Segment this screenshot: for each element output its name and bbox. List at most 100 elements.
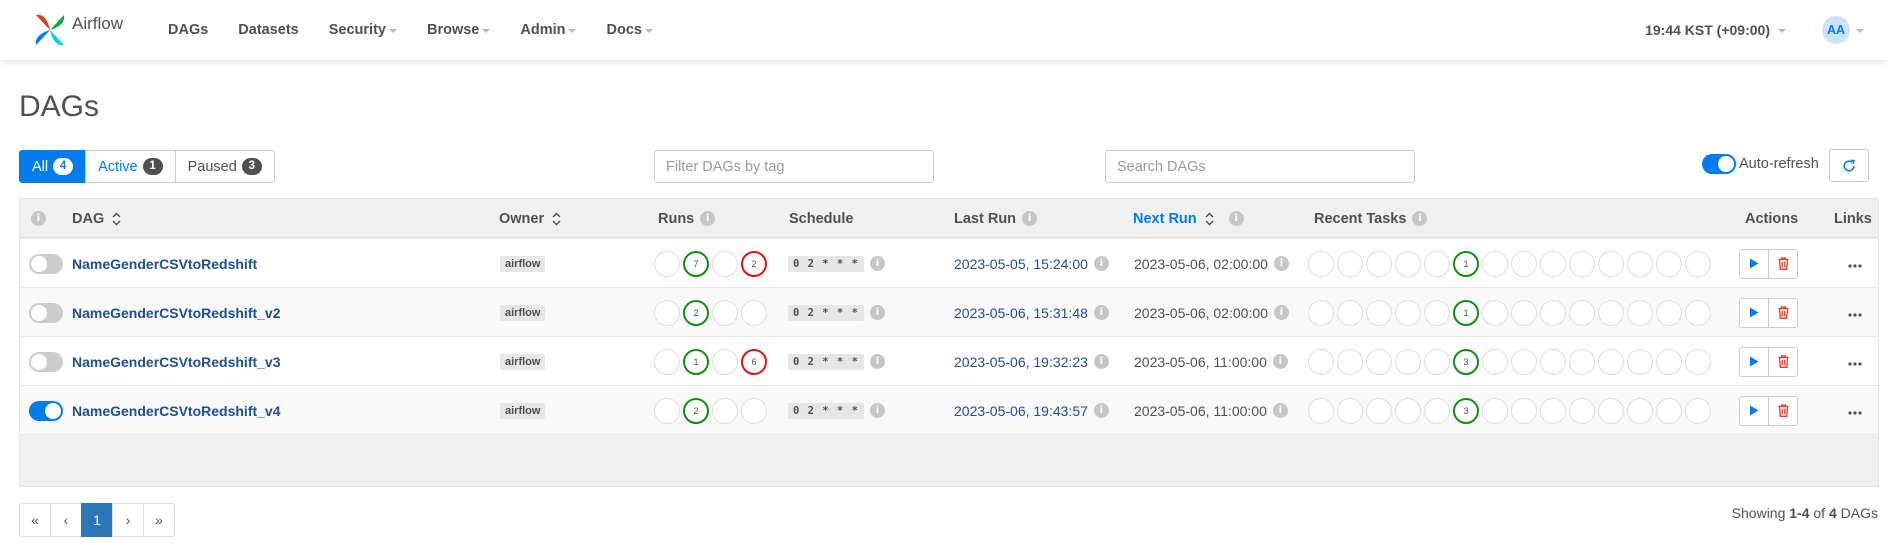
task-status-circle[interactable] [1308,348,1334,375]
task-status-circle[interactable]: 1 [1453,299,1479,326]
task-status-circle[interactable] [1540,348,1566,375]
task-status-circle[interactable] [1337,299,1363,326]
task-status-circle[interactable] [1685,397,1711,424]
run-status-circle[interactable] [654,299,680,326]
nav-dags[interactable]: DAGs [168,22,208,38]
nav-browse[interactable]: Browse [427,22,491,38]
dag-pause-toggle[interactable] [29,400,63,421]
info-icon[interactable]: i [1273,256,1289,271]
task-status-circle[interactable] [1424,348,1450,375]
more-links-icon[interactable] [1848,304,1862,322]
task-status-circle[interactable] [1656,299,1682,326]
auto-refresh-toggle[interactable] [1702,154,1736,174]
run-status-circle[interactable] [654,250,680,277]
dag-name-link[interactable]: NameGenderCSVtoRedshift_v4 [72,403,281,419]
task-status-circle[interactable] [1395,250,1421,277]
task-status-circle[interactable] [1366,397,1392,424]
nav-admin[interactable]: Admin [520,22,577,38]
task-status-circle[interactable] [1366,348,1392,375]
delete-dag-button[interactable] [1768,395,1798,426]
run-status-circle[interactable]: 1 [683,348,709,375]
info-icon[interactable]: i [1022,211,1038,226]
task-status-circle[interactable] [1627,299,1653,326]
dag-pause-toggle[interactable] [29,302,63,323]
brand[interactable]: Airflow [32,8,132,52]
task-status-circle[interactable] [1598,299,1624,326]
task-status-circle[interactable] [1337,250,1363,277]
info-icon[interactable]: i [1272,354,1288,369]
run-status-circle[interactable] [654,397,680,424]
trigger-dag-button[interactable] [1739,395,1769,426]
more-links-icon[interactable] [1848,353,1862,371]
task-status-circle[interactable] [1627,397,1653,424]
task-status-circle[interactable] [1482,348,1508,375]
run-status-circle[interactable]: 2 [741,250,767,277]
task-status-circle[interactable] [1627,348,1653,375]
trigger-dag-button[interactable] [1739,297,1769,328]
tab-all[interactable]: All 4 [19,150,87,183]
dag-pause-toggle[interactable] [29,351,63,372]
dag-name-link[interactable]: NameGenderCSVtoRedshift_v2 [72,305,281,321]
task-status-circle[interactable] [1511,348,1537,375]
dag-name-link[interactable]: NameGenderCSVtoRedshift [72,256,257,272]
run-status-circle[interactable]: 6 [741,348,767,375]
task-status-circle[interactable] [1424,299,1450,326]
search-input[interactable]: Search DAGs [1105,150,1415,183]
info-icon[interactable]: i [1093,305,1109,320]
run-status-circle[interactable] [654,348,680,375]
task-status-circle[interactable] [1569,397,1595,424]
last-run-link[interactable]: 2023-05-06, 19:43:57 [954,403,1088,419]
task-status-circle[interactable] [1395,397,1421,424]
run-status-circle[interactable] [741,299,767,326]
owner-badge[interactable]: airflow [500,304,546,321]
task-status-circle[interactable]: 1 [1453,250,1479,277]
run-status-circle[interactable] [712,250,738,277]
task-status-circle[interactable] [1337,348,1363,375]
task-status-circle[interactable] [1337,397,1363,424]
nav-security[interactable]: Security [329,22,397,38]
task-status-circle[interactable] [1511,397,1537,424]
task-status-circle[interactable] [1366,250,1392,277]
run-status-circle[interactable] [712,348,738,375]
header-owner[interactable]: Owner [499,199,562,238]
info-icon[interactable]: i [1228,211,1244,226]
run-status-circle[interactable] [741,397,767,424]
task-status-circle[interactable] [1366,299,1392,326]
page-next-button[interactable]: › [112,503,144,537]
info-icon[interactable]: i [31,211,46,226]
delete-dag-button[interactable] [1768,346,1798,377]
task-status-circle[interactable] [1627,250,1653,277]
run-status-circle[interactable] [712,397,738,424]
trigger-dag-button[interactable] [1739,248,1769,279]
info-icon[interactable]: i [1093,256,1109,271]
task-status-circle[interactable] [1511,250,1537,277]
info-icon[interactable]: i [1272,403,1288,418]
trigger-dag-button[interactable] [1739,346,1769,377]
task-status-circle[interactable] [1482,299,1508,326]
task-status-circle[interactable] [1598,397,1624,424]
task-status-circle[interactable] [1569,250,1595,277]
task-status-circle[interactable] [1511,299,1537,326]
task-status-circle[interactable] [1424,250,1450,277]
delete-dag-button[interactable] [1768,248,1798,279]
task-status-circle[interactable] [1598,250,1624,277]
task-status-circle[interactable] [1482,397,1508,424]
more-links-icon[interactable] [1848,402,1862,420]
owner-badge[interactable]: airflow [500,255,546,272]
info-icon[interactable]: i [869,305,885,320]
page-prev-button[interactable]: ‹ [50,503,82,537]
more-links-icon[interactable] [1848,255,1862,273]
run-status-circle[interactable]: 2 [683,397,709,424]
timezone-dropdown[interactable]: 19:44 KST (+09:00) [1645,22,1786,38]
nav-docs[interactable]: Docs [606,22,653,38]
task-status-circle[interactable] [1308,250,1334,277]
nav-datasets[interactable]: Datasets [238,22,298,38]
header-dag[interactable]: DAG [72,199,122,238]
info-icon[interactable]: i [1093,354,1109,369]
info-icon[interactable]: i [1412,211,1428,226]
task-status-circle[interactable] [1540,299,1566,326]
page-last-button[interactable]: » [143,503,175,537]
dag-pause-toggle[interactable] [29,253,63,274]
delete-dag-button[interactable] [1768,297,1798,328]
task-status-circle[interactable] [1656,348,1682,375]
